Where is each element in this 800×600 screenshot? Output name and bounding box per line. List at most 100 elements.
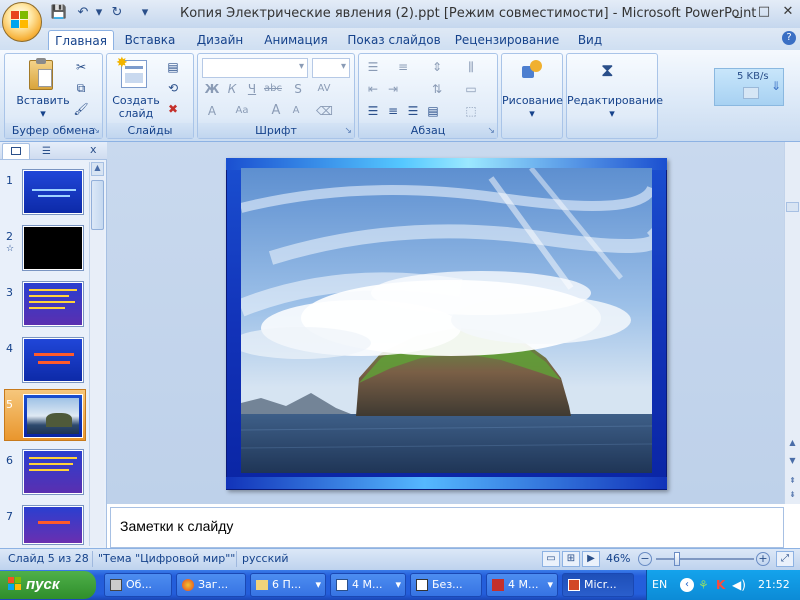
text-direction-icon[interactable]: ⇅	[429, 81, 445, 97]
editing-group[interactable]: ⧗ Редактирование ▾	[566, 53, 663, 139]
grow-font-button[interactable]: A	[268, 103, 284, 119]
zoom-in-icon[interactable]: +	[756, 552, 770, 566]
char-spacing-button[interactable]: AV	[316, 81, 332, 97]
font-launcher-icon[interactable]: ↘	[344, 126, 352, 136]
layout-icon[interactable]: ▤	[165, 59, 181, 75]
tray-arrow-icon[interactable]: ‹	[680, 578, 694, 592]
paste-icon[interactable]	[29, 58, 53, 90]
font-family-select[interactable]: ▾	[202, 58, 308, 78]
paste-label[interactable]: Вставить	[15, 94, 71, 107]
maximize-button[interactable]: □	[752, 3, 776, 21]
columns-icon[interactable]: ⫼	[463, 59, 479, 75]
font-size-select[interactable]: ▾	[312, 58, 350, 78]
tab-outline[interactable]: ☰	[34, 143, 62, 159]
start-button[interactable]: пуск	[0, 571, 96, 599]
tab-view[interactable]: Вид	[570, 30, 610, 50]
format-painter-icon[interactable]: 🖌	[73, 101, 89, 117]
slide-thumbnail-2[interactable]	[22, 225, 84, 271]
tab-slides-thumbnails[interactable]	[2, 143, 30, 159]
drawing-dropdown-icon[interactable]: ▾	[502, 107, 562, 120]
bullets-icon[interactable]: ☰	[365, 59, 381, 75]
tray-clock[interactable]: 21:52	[758, 578, 790, 591]
editing-label[interactable]: Редактирование	[567, 94, 663, 107]
slide-thumbnail-3[interactable]	[22, 281, 84, 327]
slide-thumbnail-7[interactable]	[22, 505, 84, 545]
bold-button[interactable]: Ж	[204, 81, 220, 97]
normal-view-button[interactable]: ▭	[542, 551, 560, 567]
window-title: Копия Электрические явления (2).ppt [Реж…	[180, 6, 757, 21]
input-language[interactable]: EN	[652, 578, 667, 591]
drawing-label[interactable]: Рисование	[502, 94, 563, 107]
language-indicator[interactable]: русский	[242, 552, 289, 565]
tray-volume-icon[interactable]: ◀)	[732, 578, 746, 592]
taskbar-item-4[interactable]: 4 М... ▾	[330, 573, 406, 597]
help-icon[interactable]: ?	[782, 31, 796, 45]
tray-antivirus-icon[interactable]: K	[716, 578, 725, 592]
taskbar-item-6[interactable]: 4 М... ▾	[486, 573, 558, 597]
align-right-icon[interactable]: ☰	[405, 103, 421, 119]
shrink-font-button[interactable]: A	[288, 103, 304, 119]
slide-thumbnail-5[interactable]	[23, 394, 83, 438]
slide-thumbnail-1[interactable]	[22, 169, 84, 215]
slide-thumbnail-6[interactable]	[22, 449, 84, 495]
justify-icon[interactable]: ▤	[425, 103, 441, 119]
new-slide-label-1[interactable]: Создать	[111, 94, 161, 107]
editing-dropdown-icon[interactable]: ▾	[567, 107, 657, 120]
strikethrough-button[interactable]: abc	[264, 81, 282, 97]
taskbar-item-2[interactable]: Заг...	[176, 573, 246, 597]
taskbar-item-1[interactable]: Об...	[104, 573, 172, 597]
fit-to-window-button[interactable]: ⤢	[776, 551, 794, 567]
undo-dropdown-icon[interactable]: ▾	[90, 4, 108, 22]
tab-insert[interactable]: Вставка	[120, 30, 180, 50]
change-case-button[interactable]: Aa	[234, 103, 250, 119]
tab-animation[interactable]: Анимация	[258, 30, 334, 50]
taskbar-item-7[interactable]: Micr...	[562, 573, 634, 597]
align-left-icon[interactable]: ☰	[365, 103, 381, 119]
tab-slideshow[interactable]: Показ слайдов	[342, 30, 446, 50]
copy-icon[interactable]: ⧉	[73, 80, 89, 96]
customize-icon[interactable]: ▾	[136, 4, 154, 22]
font-color-button[interactable]: A	[204, 103, 220, 119]
taskbar-item-3[interactable]: 6 П... ▾	[250, 573, 326, 597]
clipboard-launcher-icon[interactable]: ↘	[92, 126, 100, 136]
slide-sorter-button[interactable]: ⊞	[562, 551, 580, 567]
smartart-icon[interactable]: ⬚	[463, 103, 479, 119]
new-slide-icon[interactable]: ✸	[116, 55, 147, 88]
slide-scrollbar[interactable]: ▲ ▼ ⇞ ⇟	[784, 142, 800, 504]
tab-review[interactable]: Рецензирование	[452, 30, 562, 50]
increase-indent-icon[interactable]: ⇥	[385, 81, 401, 97]
tab-home[interactable]: Главная	[48, 30, 114, 50]
shadow-button[interactable]: S	[290, 81, 306, 97]
reset-slide-icon[interactable]: ⟲	[165, 80, 181, 96]
paste-dropdown-icon[interactable]: ▾	[15, 107, 71, 120]
clear-formatting-icon[interactable]: ⌫	[316, 103, 333, 119]
italic-button[interactable]: К	[224, 81, 240, 97]
line-spacing-icon[interactable]: ⇕	[429, 59, 445, 75]
zoom-out-icon[interactable]: −	[638, 552, 652, 566]
zoom-slider-track[interactable]	[656, 558, 754, 560]
slideshow-button[interactable]: ▶	[582, 551, 600, 567]
underline-button[interactable]: Ч	[244, 81, 260, 97]
zoom-slider-thumb[interactable]	[674, 552, 680, 566]
tray-network-icon[interactable]: ⚘	[698, 578, 709, 592]
island-photo[interactable]	[241, 168, 652, 473]
decrease-indent-icon[interactable]: ⇤	[365, 81, 381, 97]
zoom-level[interactable]: 46%	[606, 552, 630, 565]
numbering-icon[interactable]: ≡	[395, 59, 411, 75]
slide-thumbnail-4[interactable]	[22, 337, 84, 383]
delete-slide-icon[interactable]: ✖	[165, 101, 181, 117]
drawing-group[interactable]: Рисование ▾	[501, 53, 563, 139]
slides-pane-scrollbar[interactable]: ▲	[89, 162, 104, 546]
redo-icon[interactable]: ↻	[108, 4, 126, 22]
align-center-icon[interactable]: ≡	[385, 103, 401, 119]
cut-icon[interactable]: ✂	[73, 59, 89, 75]
save-icon[interactable]: 💾	[50, 4, 68, 22]
close-button[interactable]: ✕	[776, 3, 800, 21]
paragraph-launcher-icon[interactable]: ↘	[487, 126, 495, 136]
align-text-icon[interactable]: ▭	[463, 81, 479, 97]
tab-design[interactable]: Дизайн	[190, 30, 250, 50]
minimize-button[interactable]: _	[726, 3, 750, 21]
taskbar-item-5[interactable]: Без...	[410, 573, 482, 597]
close-pane-icon[interactable]: x	[90, 143, 97, 156]
new-slide-label-2[interactable]: слайд	[111, 107, 161, 120]
